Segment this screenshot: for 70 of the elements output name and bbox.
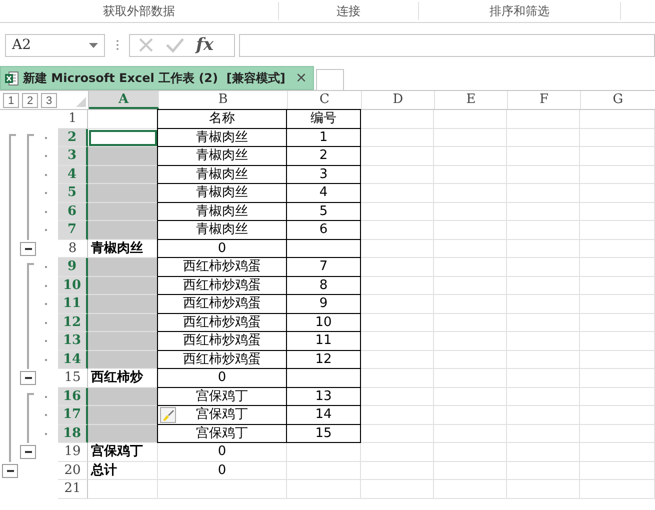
row-header[interactable]: 21 xyxy=(58,480,88,498)
row-header[interactable]: 3 xyxy=(58,147,88,166)
row-header[interactable]: 6 xyxy=(58,202,88,221)
row-header[interactable]: 7 xyxy=(58,221,88,240)
table-cell: 0 xyxy=(158,462,287,480)
selected-cell xyxy=(88,184,158,202)
column-header[interactable]: D xyxy=(362,91,435,109)
column-header[interactable]: G xyxy=(581,91,655,109)
ribbon-group-label: 连接 xyxy=(336,2,360,20)
selected-cell xyxy=(88,314,158,332)
spreadsheet-icon xyxy=(5,70,19,86)
selected-cell xyxy=(88,388,158,406)
formula-input[interactable] xyxy=(239,34,655,56)
row-header[interactable]: 2 xyxy=(58,128,88,147)
row-header[interactable]: 13 xyxy=(58,332,88,350)
collapse-button[interactable] xyxy=(20,371,36,385)
row-header[interactable]: 5 xyxy=(58,184,88,202)
row-header[interactable]: 19 xyxy=(58,443,88,462)
column-header[interactable]: B xyxy=(159,91,288,109)
more-icon xyxy=(116,39,118,51)
table-cell: 编号 xyxy=(286,109,361,128)
check-icon[interactable] xyxy=(166,37,184,53)
selected-cell xyxy=(88,350,158,369)
column-header[interactable]: A xyxy=(89,91,159,109)
outline-level-button[interactable]: 3 xyxy=(41,93,57,108)
outline-level-button[interactable]: 1 xyxy=(3,93,19,108)
selected-cell xyxy=(88,295,158,314)
row-header[interactable]: 9 xyxy=(58,258,88,276)
ribbon-group-label: 获取外部数据 xyxy=(103,2,175,20)
row-header[interactable]: 17 xyxy=(58,406,88,424)
row-header[interactable]: 14 xyxy=(58,350,88,369)
row-header[interactable]: 16 xyxy=(58,388,88,406)
ribbon-group-label: 排序和筛选 xyxy=(490,2,550,20)
row-header[interactable]: 11 xyxy=(58,295,88,314)
row-header[interactable]: 12 xyxy=(58,314,88,332)
collapse-button[interactable] xyxy=(20,445,36,459)
table-cell: 宫保鸡丁 xyxy=(88,443,158,462)
insert-function-button[interactable]: fx xyxy=(196,35,214,55)
tab-title: 新建 Microsoft Excel 工作表 (2) [兼容模式] xyxy=(23,70,286,86)
close-button[interactable]: × xyxy=(295,70,308,86)
paste-options-icon[interactable] xyxy=(160,407,176,423)
table-cell: 0 xyxy=(158,443,287,462)
row-header[interactable]: 4 xyxy=(58,166,88,184)
selected-cell xyxy=(88,147,158,166)
active-cell[interactable] xyxy=(88,128,158,147)
collapse-button[interactable] xyxy=(2,464,18,478)
workbook-tab[interactable]: 新建 Microsoft Excel 工作表 (2) [兼容模式] × xyxy=(0,66,314,90)
selected-cell xyxy=(88,424,158,443)
table-cell: 15 xyxy=(286,424,361,443)
empty-cell xyxy=(88,480,158,498)
selected-cell xyxy=(88,406,158,424)
row-header[interactable]: 10 xyxy=(58,276,88,295)
outline-level-button[interactable]: 2 xyxy=(22,93,38,108)
column-header[interactable]: C xyxy=(288,91,362,109)
table-cell: 宫保鸡丁 xyxy=(157,424,287,443)
table-cell: 名称 xyxy=(157,109,287,128)
column-header[interactable]: F xyxy=(508,91,581,109)
selected-cell xyxy=(88,166,158,184)
column-header[interactable]: E xyxy=(435,91,508,109)
selected-cell xyxy=(88,202,158,221)
table-cell: 总计 xyxy=(88,462,158,480)
selected-cell xyxy=(88,276,158,295)
collapse-button[interactable] xyxy=(20,242,36,256)
selected-cell xyxy=(88,258,158,276)
selected-cell xyxy=(88,221,158,240)
row-header[interactable]: 20 xyxy=(58,462,88,480)
row-header[interactable]: 18 xyxy=(58,424,88,443)
caret-icon[interactable] xyxy=(89,42,98,48)
name-box[interactable]: A2 xyxy=(5,34,105,56)
selected-cell xyxy=(88,332,158,350)
